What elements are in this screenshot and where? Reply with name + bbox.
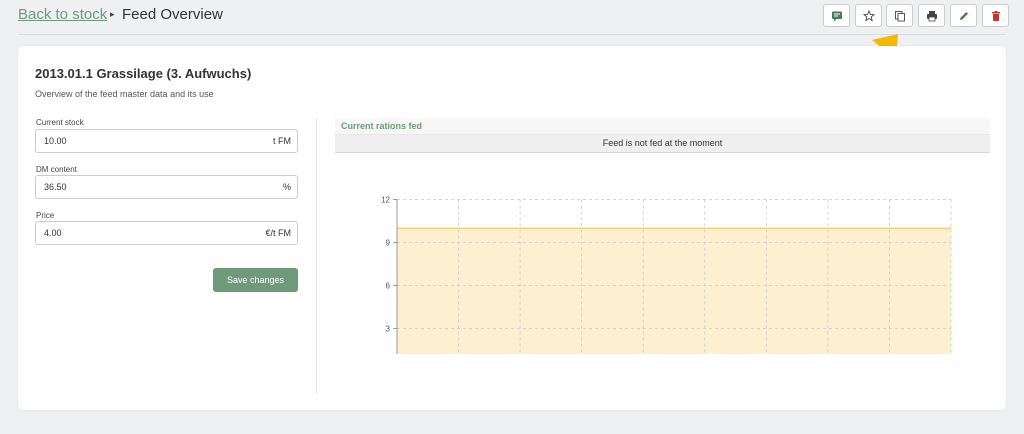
save-changes-button[interactable]: Save changes xyxy=(213,268,298,292)
y-tick-label: 6 xyxy=(386,282,391,291)
stock-field[interactable]: 10.00 t FM xyxy=(35,129,298,153)
y-tick-label: 12 xyxy=(381,196,390,205)
series-area xyxy=(397,228,951,354)
stock-label: Current stock xyxy=(36,118,84,127)
feed-title: 2013.01.1 Grassilage (3. Aufwuchs) xyxy=(35,66,252,81)
back-to-stock-link[interactable]: Back to stock xyxy=(18,6,107,23)
print-icon xyxy=(926,10,937,21)
price-field[interactable]: 4.00 €/t FM xyxy=(35,221,298,245)
page-title: Feed Overview xyxy=(122,6,223,23)
dm-content-unit: % xyxy=(282,182,291,192)
column-divider xyxy=(316,118,317,394)
dm-content-value: 36.50 xyxy=(44,182,67,192)
breadcrumb-separator: ▸ xyxy=(110,9,115,19)
stock-chart: 03691203.02.16.02.01.03.14.03.27.03.09.0… xyxy=(381,196,952,354)
edit-button[interactable] xyxy=(950,4,977,27)
y-tick-label: 3 xyxy=(386,325,391,334)
print-button[interactable] xyxy=(918,4,945,27)
delete-button[interactable] xyxy=(982,4,1009,27)
dm-content-label: DM content xyxy=(36,165,77,174)
y-tick-label: 9 xyxy=(386,239,391,248)
price-label: Price xyxy=(36,211,55,220)
pencil-icon xyxy=(959,11,968,20)
stock-value: 10.00 xyxy=(44,136,67,146)
stock-unit: t FM xyxy=(273,136,291,146)
price-unit: €/t FM xyxy=(265,228,291,238)
rations-header: Current rations fed xyxy=(335,118,990,135)
dm-content-field[interactable]: 36.50 % xyxy=(35,175,298,199)
feed-subtitle: Overview of the feed master data and its… xyxy=(35,89,214,99)
price-value: 4.00 xyxy=(44,228,62,238)
trash-icon xyxy=(991,10,1000,21)
rations-heading: Current rations fed xyxy=(341,121,423,131)
